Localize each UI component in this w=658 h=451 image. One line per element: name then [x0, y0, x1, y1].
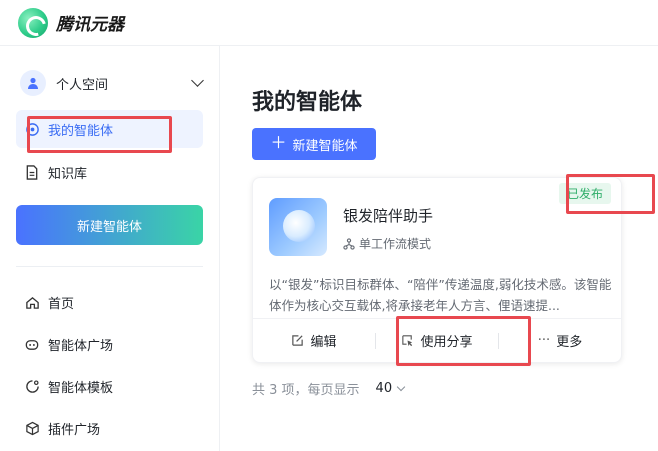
agent-icon [24, 121, 40, 137]
app-title[interactable]: 腾讯元器 [56, 10, 124, 35]
status-badge: 已发布 [558, 183, 611, 204]
template-icon [24, 378, 40, 394]
agent-description: 以“银发”标识目标群体、“陪伴”传递温度,弱化技术感。该智能体作为核心交互载体,… [269, 277, 612, 313]
page-title: 我的智能体 [252, 90, 363, 115]
sidebar: 个人空间 我的智能体 知识库 新建智能体 首页 智能体广场 智能体模板 插件广场 [0, 46, 220, 451]
sidebar-item-knowledge-base[interactable]: 知识库 [16, 153, 203, 191]
document-icon [24, 164, 40, 180]
home-icon [24, 294, 40, 310]
agent-mode: 单工作流模式 [343, 235, 431, 252]
chevron-down-icon[interactable] [191, 74, 204, 87]
sidebar-item-agent-templates[interactable]: 智能体模板 [16, 367, 203, 405]
plus-icon: ＋ [270, 135, 287, 152]
edit-button[interactable]: 编辑 [253, 319, 375, 362]
sidebar-item-label: 知识库 [48, 166, 88, 182]
more-label: 更多 [556, 335, 583, 350]
pagination-summary: 共 3 项，每页显示 [252, 383, 360, 398]
share-label: 使用分享 [420, 335, 473, 350]
agent-name: 银发陪伴助手 [343, 207, 434, 225]
user-avatar-icon [20, 70, 46, 96]
space-switcher[interactable]: 个人空间 [20, 68, 204, 98]
more-icon: ··· [537, 333, 551, 348]
main-content: 我的智能体 ＋ 新建智能体 银发陪伴助手 单工作流模式 已发布 以“银发”标识目… [221, 46, 658, 451]
page-size-select[interactable]: 40 [375, 381, 406, 396]
new-agent-button[interactable]: 新建智能体 [16, 205, 203, 245]
edit-icon [291, 334, 304, 347]
logo-icon[interactable] [18, 7, 48, 38]
more-button[interactable]: ··· 更多 [499, 319, 621, 362]
card-actions: 编辑 使用分享 ··· 更多 [253, 318, 621, 362]
sidebar-item-label: 智能体模板 [48, 380, 114, 396]
share-button[interactable]: 使用分享 [376, 319, 498, 362]
page-size-value: 40 [375, 381, 393, 396]
sidebar-item-label: 我的智能体 [48, 123, 114, 139]
sidebar-item-home[interactable]: 首页 [16, 283, 203, 321]
bot-icon [24, 336, 40, 352]
pagination: 共 3 项，每页显示 40 [252, 379, 406, 398]
cube-icon [24, 420, 40, 436]
cursor-icon [401, 334, 414, 347]
agent-mode-label: 单工作流模式 [359, 237, 432, 251]
create-agent-button[interactable]: ＋ 新建智能体 [252, 128, 376, 160]
sidebar-item-label: 插件广场 [48, 422, 101, 438]
sidebar-item-label: 首页 [48, 296, 75, 312]
sidebar-item-agent-plaza[interactable]: 智能体广场 [16, 325, 203, 363]
sidebar-item-label: 智能体广场 [48, 338, 114, 354]
space-label: 个人空间 [56, 77, 109, 93]
agent-card[interactable]: 银发陪伴助手 单工作流模式 已发布 以“银发”标识目标群体、“陪伴”传递温度,弱… [252, 177, 622, 363]
create-agent-label: 新建智能体 [292, 137, 358, 153]
agent-avatar [269, 198, 327, 256]
divider [16, 266, 203, 267]
top-bar: 腾讯元器 [0, 0, 658, 46]
chevron-down-icon [396, 382, 406, 392]
sidebar-item-plugin-plaza[interactable]: 插件广场 [16, 409, 203, 447]
edit-label: 编辑 [310, 335, 337, 350]
sidebar-item-my-agents[interactable]: 我的智能体 [16, 110, 203, 148]
workflow-icon [343, 237, 355, 250]
